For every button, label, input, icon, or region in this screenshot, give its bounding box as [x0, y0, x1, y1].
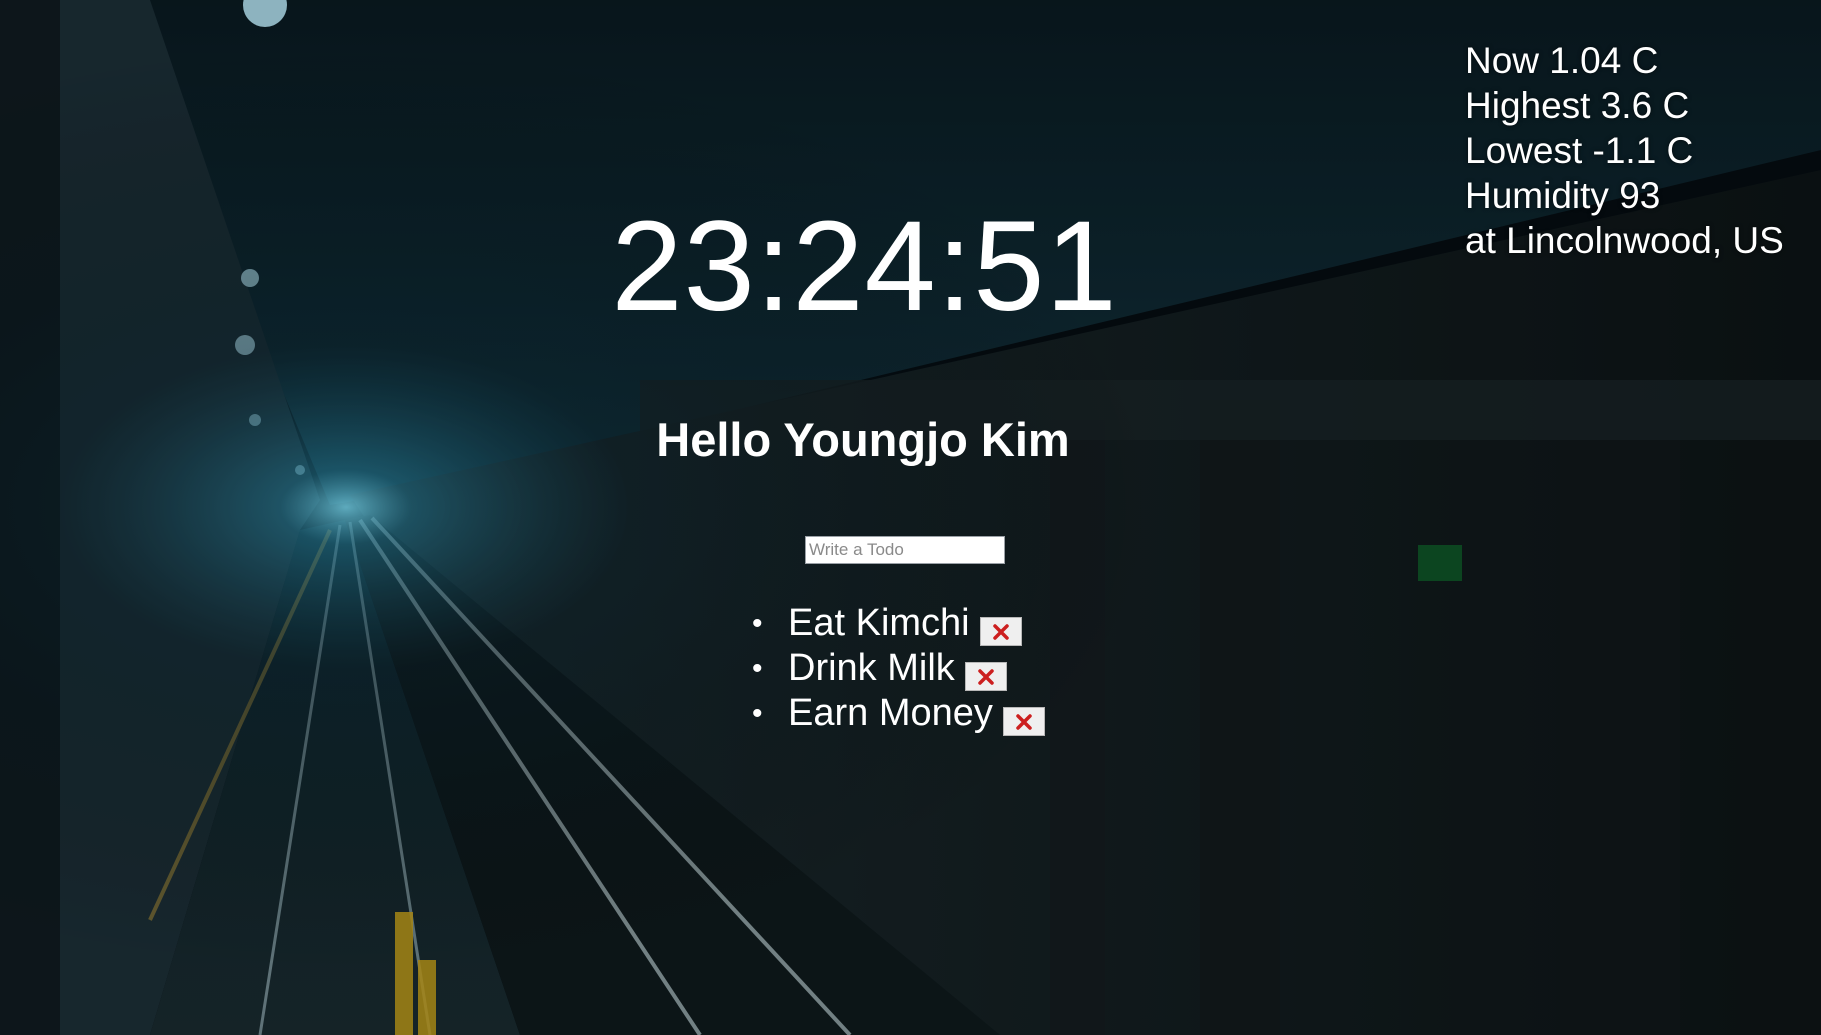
bullet-icon: •	[752, 607, 763, 640]
greeting: Hello Youngjo Kim	[0, 410, 1821, 470]
todo-input[interactable]	[805, 536, 1005, 564]
app-root: Now 1.04 C Highest 3.6 C Lowest -1.1 C H…	[0, 0, 1821, 1035]
red-x-icon	[992, 623, 1009, 640]
bullet-icon: •	[752, 652, 763, 685]
red-x-icon	[1016, 713, 1032, 730]
clock: 23:24:51	[0, 192, 1821, 342]
todo-item: • Eat Kimchi	[752, 601, 1045, 646]
red-x-icon	[978, 668, 994, 685]
greeting-text: Hello Youngjo Kim	[656, 413, 1070, 466]
bullet-icon: •	[752, 697, 763, 730]
delete-todo-button[interactable]	[1002, 707, 1045, 736]
todo-item: • Earn Money	[752, 691, 1045, 736]
todo-text: Eat Kimchi	[788, 602, 970, 644]
weather-now: Now 1.04 C	[1465, 40, 1659, 81]
todo-text: Earn Money	[788, 692, 993, 734]
weather-highest: Highest 3.6 C	[1465, 85, 1690, 126]
todo-item: • Drink Milk	[752, 646, 1045, 691]
clock-time: 23:24:51	[611, 195, 1118, 338]
todo-text: Drink Milk	[788, 647, 955, 689]
todo-list: • Eat Kimchi • Drink Milk • Earn Money	[752, 601, 1045, 736]
delete-todo-button[interactable]	[979, 617, 1022, 646]
weather-lowest: Lowest -1.1 C	[1465, 130, 1694, 171]
delete-todo-button[interactable]	[964, 662, 1007, 691]
